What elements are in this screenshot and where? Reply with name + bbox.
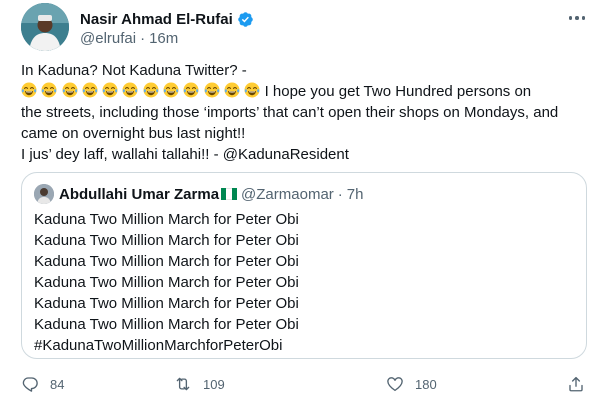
tears-of-joy-emoji-icon bbox=[204, 82, 220, 98]
share-button[interactable] bbox=[567, 373, 596, 395]
tweet-timestamp[interactable]: 16m bbox=[149, 30, 178, 47]
nigeria-flag-icon bbox=[221, 188, 238, 200]
tweet-line-3: the streets, including those ‘imports’ t… bbox=[21, 104, 559, 121]
reply-icon bbox=[22, 377, 38, 392]
author-avatar[interactable] bbox=[21, 3, 69, 51]
author-display-name[interactable]: Nasir Ahmad El-Rufai bbox=[80, 11, 233, 28]
quoted-line: Kaduna Two Million March for Peter Obi bbox=[34, 274, 299, 291]
like-button[interactable]: 180 bbox=[386, 373, 437, 395]
tears-of-joy-emoji-icon bbox=[62, 82, 78, 98]
emoji-row bbox=[21, 82, 265, 100]
author-handle-row: @elrufai · 16m bbox=[80, 30, 178, 47]
tweet-line-5: I jus’ dey laff, wallahi tallahi!! - @Ka… bbox=[21, 146, 349, 163]
verified-badge-icon bbox=[237, 11, 254, 28]
tweet-line-1: In Kaduna? Not Kaduna Twitter? - bbox=[21, 62, 247, 79]
tweet-line-2-text: I hope you get Two Hundred persons on bbox=[264, 83, 532, 100]
quoted-tweet-header: Abdullahi Umar Zarma @Zarmaomar · 7h bbox=[34, 184, 363, 204]
quoted-line: Kaduna Two Million March for Peter Obi bbox=[34, 211, 299, 228]
quoted-line: Kaduna Two Million March for Peter Obi bbox=[34, 253, 299, 270]
tears-of-joy-emoji-icon bbox=[102, 82, 118, 98]
quoted-line: Kaduna Two Million March for Peter Obi bbox=[34, 316, 299, 333]
tears-of-joy-emoji-icon bbox=[224, 82, 240, 98]
tears-of-joy-emoji-icon bbox=[122, 82, 138, 98]
quoted-author-avatar bbox=[34, 184, 54, 204]
quoted-author-handle: @Zarmaomar bbox=[241, 185, 334, 203]
quoted-tweet-text: Kaduna Two Million March for Peter Obi K… bbox=[34, 209, 299, 356]
retweet-icon bbox=[176, 377, 190, 391]
tears-of-joy-emoji-icon bbox=[143, 82, 159, 98]
tears-of-joy-emoji-icon bbox=[163, 82, 179, 98]
tweet: Nasir Ahmad El-Rufai @elrufai · 16m In K… bbox=[0, 0, 597, 408]
tweet-line-2: I hope you get Two Hundred persons on bbox=[21, 81, 587, 102]
quoted-line: Kaduna Two Million March for Peter Obi bbox=[34, 232, 299, 249]
reply-count: 84 bbox=[50, 376, 65, 392]
heart-icon bbox=[387, 377, 403, 392]
tears-of-joy-emoji-icon bbox=[21, 82, 37, 98]
quoted-hashtag: #KadunaTwoMillionMarchforPeterObi bbox=[34, 337, 283, 354]
retweet-count: 109 bbox=[203, 376, 225, 392]
author-name-row: Nasir Ahmad El-Rufai bbox=[80, 9, 254, 29]
quoted-separator-dot: · bbox=[337, 185, 343, 203]
separator-dot: · bbox=[140, 30, 146, 47]
tears-of-joy-emoji-icon bbox=[183, 82, 199, 98]
author-handle[interactable]: @elrufai bbox=[80, 30, 136, 47]
retweet-button[interactable]: 109 bbox=[174, 373, 225, 395]
share-icon bbox=[569, 376, 583, 392]
like-count: 180 bbox=[415, 376, 437, 392]
more-options-icon[interactable] bbox=[564, 8, 590, 28]
tweet-text: In Kaduna? Not Kaduna Twitter? - I hope … bbox=[21, 60, 587, 165]
quoted-author-name: Abdullahi Umar Zarma bbox=[59, 185, 220, 203]
tweet-line-4: came on overnight bus last night!! bbox=[21, 125, 246, 142]
quoted-tweet-card[interactable]: Abdullahi Umar Zarma @Zarmaomar · 7h Kad… bbox=[21, 172, 587, 359]
tweet-actions-bar: 84 109 180 bbox=[21, 373, 591, 395]
quoted-timestamp: 7h bbox=[346, 185, 364, 203]
tears-of-joy-emoji-icon bbox=[244, 82, 260, 98]
tears-of-joy-emoji-icon bbox=[82, 82, 98, 98]
tears-of-joy-emoji-icon bbox=[41, 82, 57, 98]
reply-button[interactable]: 84 bbox=[21, 373, 64, 395]
quoted-line: Kaduna Two Million March for Peter Obi bbox=[34, 295, 299, 312]
